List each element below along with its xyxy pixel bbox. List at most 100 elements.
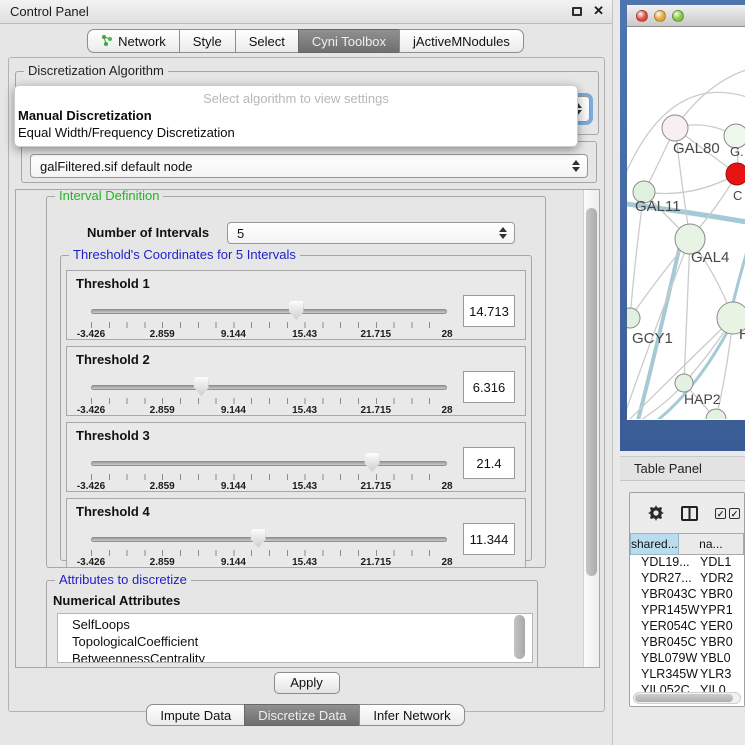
slider-track[interactable] [91, 385, 447, 390]
checked-checkbox-icon: ✓ [729, 508, 740, 519]
table-row[interactable]: YPR145WYPR1 [630, 603, 744, 619]
settings-vertical-scrollbar[interactable] [583, 190, 599, 667]
table-cell[interactable]: YBL0 [693, 651, 731, 667]
table-row[interactable]: YER054CYER0 [630, 619, 744, 635]
table-horizontal-scrollbar[interactable] [633, 692, 741, 704]
column-header-shared[interactable]: shared... [630, 533, 679, 555]
table-cell[interactable]: YBR043C [630, 587, 693, 603]
scrollbar-thumb[interactable] [635, 694, 733, 702]
threshold-value-field[interactable]: 21.4 [463, 447, 515, 479]
tick-label: 2.859 [150, 329, 175, 340]
zoom-traffic-light[interactable] [672, 10, 684, 22]
table-row[interactable]: YBR043CYBR0 [630, 587, 744, 603]
tab-discretize-data[interactable]: Discretize Data [244, 704, 360, 726]
column-header-name[interactable]: na... [679, 533, 744, 555]
bottom-tab-bar: Impute Data Discretize Data Infer Networ… [0, 704, 612, 726]
scrollbar-thumb[interactable] [586, 208, 597, 576]
network-node[interactable] [675, 374, 693, 392]
attribute-item[interactable]: SelfLoops [72, 616, 532, 633]
attribute-item[interactable]: BetweennessCentrality [72, 650, 532, 663]
table-cell[interactable]: YDR2 [693, 571, 733, 587]
table-toolbar: ✓ ✓ [630, 493, 744, 533]
cyni-toolbox-panel: Discretization Algorithm Select algorith… [8, 57, 605, 712]
table-data-combobox[interactable]: galFiltered.sif default node [30, 154, 588, 178]
threshold-slider[interactable]: -3.4262.8599.14415.4321.71528 [91, 537, 447, 569]
table-cell[interactable]: YER054C [630, 619, 693, 635]
tab-network[interactable]: Network [87, 29, 180, 53]
table-cell[interactable]: YBR0 [693, 587, 733, 603]
apply-button[interactable]: Apply [274, 672, 340, 694]
table-cell[interactable]: YBR0 [693, 635, 733, 651]
tab-jactivemnodules[interactable]: jActiveMNodules [399, 29, 524, 53]
settings-scrollpane: Interval Definition Number of Intervals … [15, 189, 600, 668]
network-node[interactable] [662, 115, 688, 141]
threshold-value-field[interactable]: 11.344 [463, 523, 515, 555]
close-icon[interactable]: ✕ [593, 3, 604, 19]
tab-cyni-toolbox[interactable]: Cyni Toolbox [298, 29, 400, 53]
slider-track[interactable] [91, 461, 447, 466]
slider-thumb[interactable] [365, 453, 380, 472]
table-row[interactable]: YBR045CYBR0 [630, 635, 744, 651]
combo-arrows-icon [499, 227, 507, 239]
table-cell[interactable]: YPR145W [630, 603, 693, 619]
attribute-item[interactable]: TopologicalCoefficient [72, 633, 532, 650]
dropdown-option-equal-width[interactable]: Equal Width/Frequency Discretization [15, 124, 577, 141]
table-cell[interactable]: YLR345W [630, 667, 693, 683]
tab-select[interactable]: Select [235, 29, 299, 53]
network-window-frame: GAL80G.CGAL11GAL4GCY1HHAP2 [620, 0, 745, 451]
float-window-icon[interactable] [572, 7, 582, 16]
number-of-intervals-combobox[interactable]: 5 [227, 222, 515, 244]
tick-label: -3.426 [77, 329, 105, 340]
table-cell[interactable]: YDL19... [630, 555, 693, 571]
threshold-panel-2: Threshold 2 -3.4262.8599.14415.4321.7152… [66, 346, 526, 416]
threshold-value-field[interactable]: 6.316 [463, 371, 515, 403]
table-cell[interactable]: YER0 [693, 619, 733, 635]
table-cell[interactable]: YPR1 [693, 603, 733, 619]
table-panel: ✓ ✓ shared... na... YDL19...YDL1YDR27...… [629, 492, 745, 707]
table-row[interactable]: YDR27...YDR2 [630, 571, 744, 587]
table-cell[interactable]: YLR3 [693, 667, 731, 683]
network-canvas[interactable]: GAL80G.CGAL11GAL4GCY1HHAP2 [627, 27, 745, 419]
threshold-slider[interactable]: -3.4262.8599.14415.4321.71528 [91, 309, 447, 341]
table-cell[interactable]: YDL1 [693, 555, 731, 571]
network-node-label: GAL4 [691, 249, 729, 266]
network-node[interactable] [726, 163, 745, 185]
table-header-row: shared... na... [630, 533, 744, 555]
tab-impute-data[interactable]: Impute Data [146, 704, 245, 726]
attributes-scrollbar-thumb[interactable] [514, 615, 525, 659]
table-data-group: Table Data galFiltered.sif default node [21, 141, 597, 183]
minimize-traffic-light[interactable] [654, 10, 666, 22]
gear-icon[interactable] [648, 505, 664, 521]
network-node[interactable] [627, 308, 640, 328]
split-table-icon[interactable] [681, 506, 698, 521]
slider-thumb[interactable] [194, 377, 209, 396]
tick-label: 21.715 [361, 405, 392, 416]
network-window-titlebar [627, 5, 745, 27]
tick-label: 21.715 [361, 329, 392, 340]
threshold-label: Threshold 1 [76, 276, 150, 291]
column-visibility-icons[interactable]: ✓ ✓ [715, 508, 740, 519]
threshold-panel-1: Threshold 1 -3.4262.8599.14415.4321.7152… [66, 270, 526, 340]
table-cell[interactable]: YDR27... [630, 571, 693, 587]
tab-infer-network[interactable]: Infer Network [359, 704, 464, 726]
slider-track[interactable] [91, 537, 447, 542]
table-row[interactable]: YBL079WYBL0 [630, 651, 744, 667]
threshold-slider[interactable]: -3.4262.8599.14415.4321.71528 [91, 385, 447, 417]
threshold-slider[interactable]: -3.4262.8599.14415.4321.71528 [91, 461, 447, 493]
table-cell[interactable]: YBR045C [630, 635, 693, 651]
threshold-value-field[interactable]: 14.713 [463, 295, 515, 327]
table-panel-header: Table Panel [620, 456, 745, 481]
algorithm-dropdown-popup: Select algorithm to view settings Manual… [14, 85, 578, 147]
table-cell[interactable]: YBL079W [630, 651, 693, 667]
slider-track[interactable] [91, 309, 447, 314]
slider-tick-labels: -3.4262.8599.14415.4321.71528 [91, 405, 447, 417]
table-row[interactable]: YDL19...YDL1 [630, 555, 744, 571]
slider-thumb[interactable] [289, 301, 304, 320]
dropdown-option-manual[interactable]: Manual Discretization [15, 107, 577, 124]
close-traffic-light[interactable] [636, 10, 648, 22]
tab-label: Discretize Data [258, 705, 346, 726]
tab-style[interactable]: Style [179, 29, 236, 53]
table-row[interactable]: YLR345WYLR3 [630, 667, 744, 683]
slider-thumb[interactable] [251, 529, 266, 548]
numerical-attributes-list[interactable]: SelfLoopsTopologicalCoefficientBetweenne… [57, 613, 533, 663]
